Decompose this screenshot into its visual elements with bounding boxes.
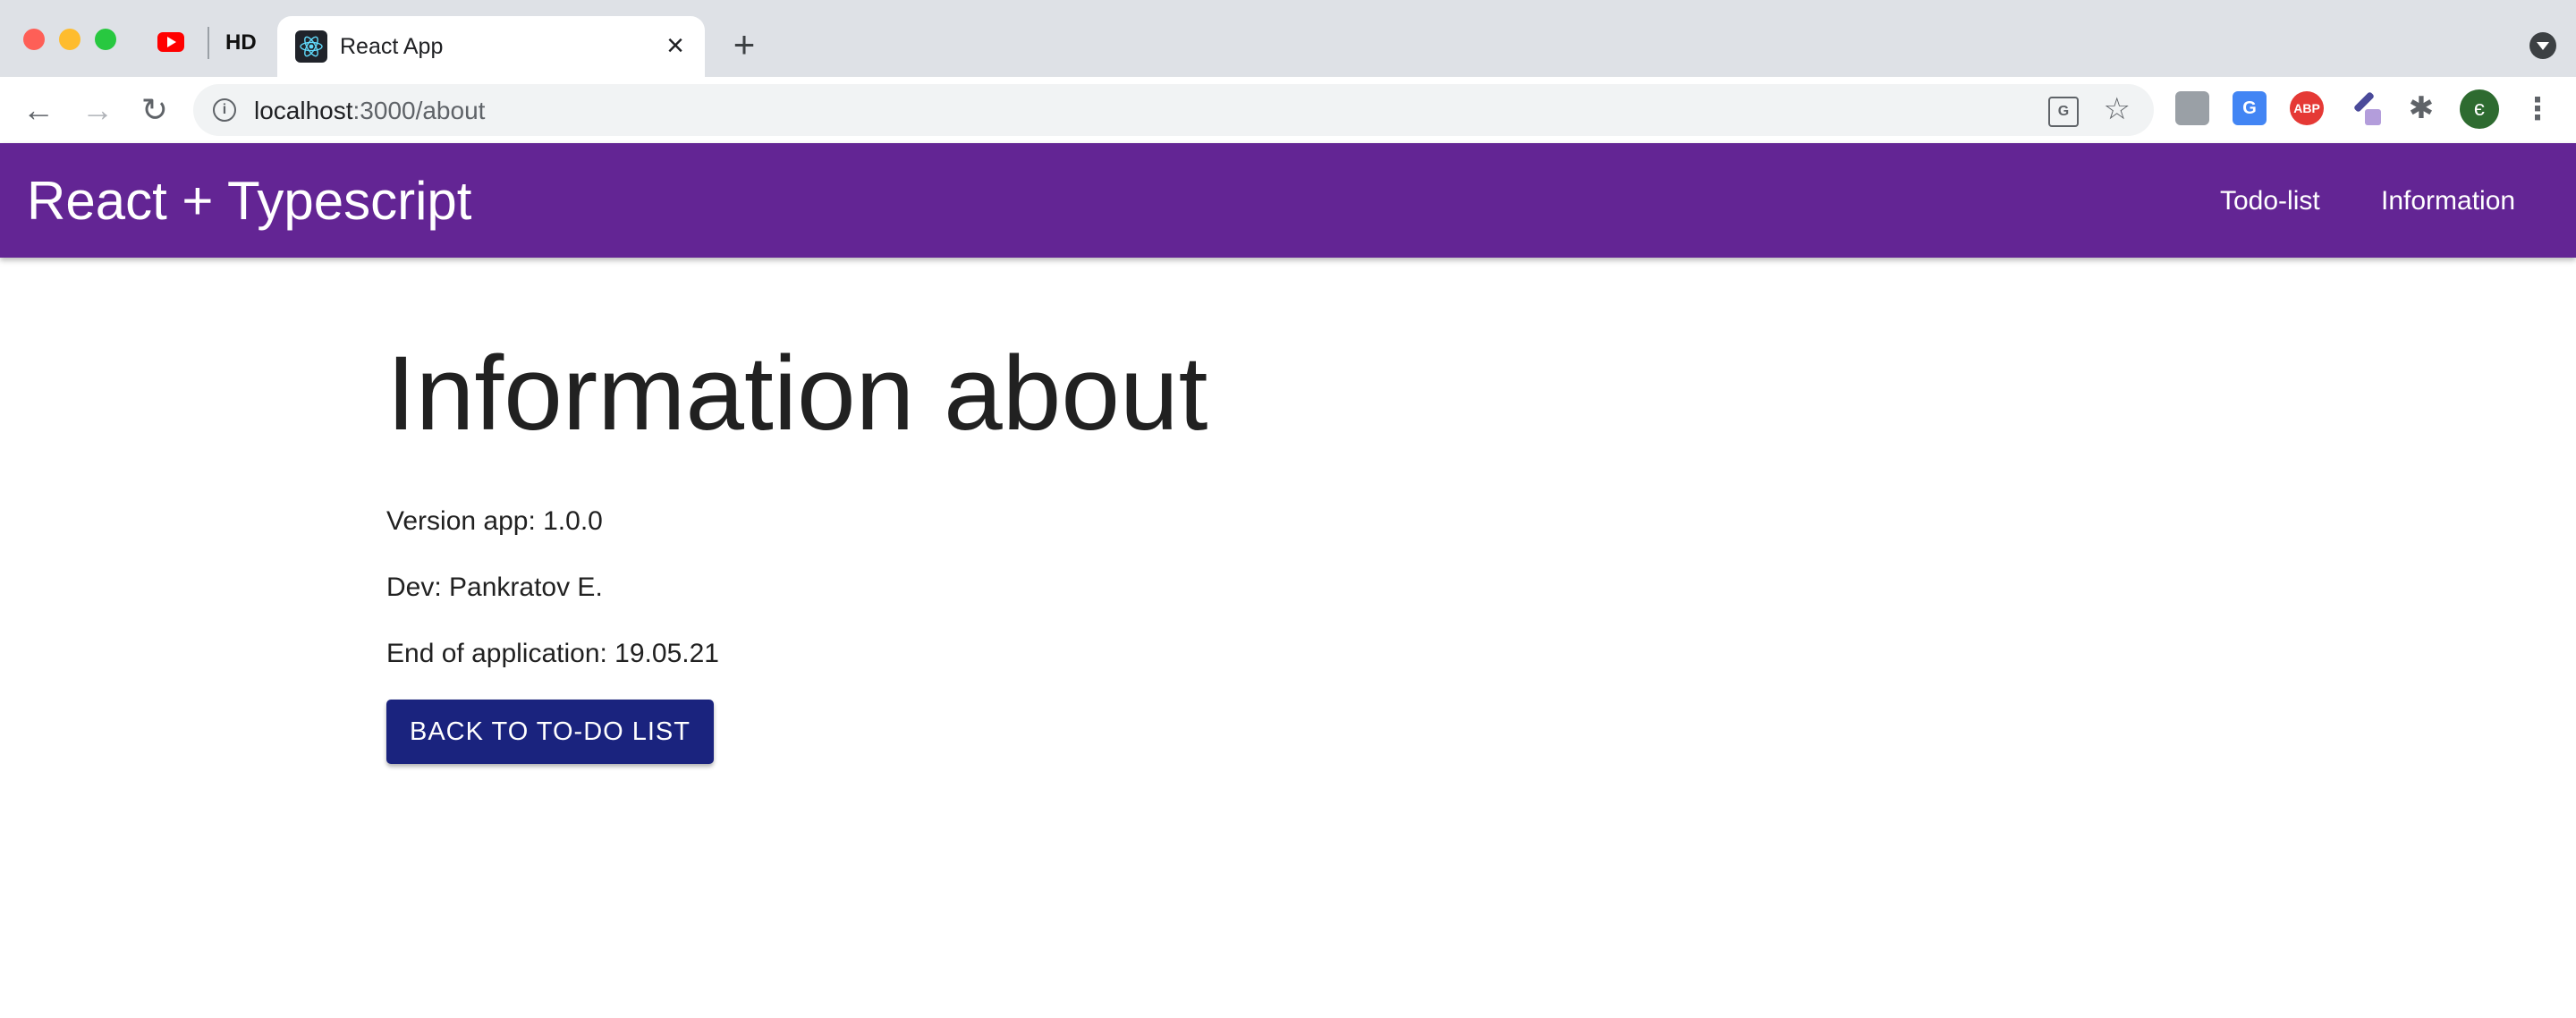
forward-arrow-icon[interactable]: → <box>77 89 118 131</box>
tab-divider <box>208 27 209 59</box>
site-info-icon[interactable]: i <box>213 98 236 122</box>
version-text: Version app: 1.0.0 <box>386 506 603 536</box>
browser-tabstrip: HD React App × + <box>0 0 2576 77</box>
tab-react-app[interactable]: React App × <box>277 16 705 77</box>
tab-search-icon[interactable] <box>2529 32 2556 59</box>
extensions-puzzle-icon[interactable]: ✱ <box>2404 91 2438 125</box>
maximize-window-button[interactable] <box>95 29 116 50</box>
reload-icon[interactable]: ↻ <box>134 89 175 131</box>
browser-menu-icon[interactable]: ⋮ <box>2522 89 2553 129</box>
back-arrow-icon[interactable]: ← <box>18 89 59 131</box>
new-tab-icon[interactable]: + <box>726 26 762 64</box>
close-tab-icon[interactable]: × <box>660 30 691 61</box>
nav-link-information[interactable]: Information <box>2381 186 2515 216</box>
page-title: Information about <box>386 335 1208 453</box>
nav-link-todo-list[interactable]: Todo-list <box>2220 186 2320 216</box>
extension-touch-icon[interactable] <box>2175 91 2209 125</box>
app-header: React + Typescript Todo-list Information <box>0 143 2576 258</box>
app-title: React + Typescript <box>27 171 472 231</box>
translate-icon[interactable]: G <box>2048 97 2079 127</box>
profile-avatar[interactable]: є <box>2460 89 2499 129</box>
url-path: :3000/about <box>352 97 486 124</box>
url-text[interactable]: localhost:3000/about <box>254 97 485 125</box>
google-translate-extension-icon[interactable]: G <box>2233 91 2267 125</box>
minimize-window-button[interactable] <box>59 29 80 50</box>
color-picker-icon[interactable] <box>2347 91 2381 125</box>
youtube-icon[interactable] <box>157 32 184 52</box>
adblock-plus-icon[interactable]: ABP <box>2290 91 2324 125</box>
bookmark-star-icon[interactable]: ☆ <box>2104 91 2131 127</box>
react-icon <box>295 30 327 63</box>
url-host: localhost <box>254 97 353 124</box>
developer-text: Dev: Pankratov E. <box>386 573 603 602</box>
tab-hd[interactable]: HD <box>225 30 257 55</box>
tab-title: React App <box>340 34 444 59</box>
back-to-todo-list-button[interactable]: BACK TO TO-DO LIST <box>386 700 714 764</box>
close-window-button[interactable] <box>23 29 45 50</box>
end-date-text: End of application: 19.05.21 <box>386 639 719 668</box>
address-bar[interactable]: i localhost:3000/about G ☆ <box>193 84 2154 136</box>
